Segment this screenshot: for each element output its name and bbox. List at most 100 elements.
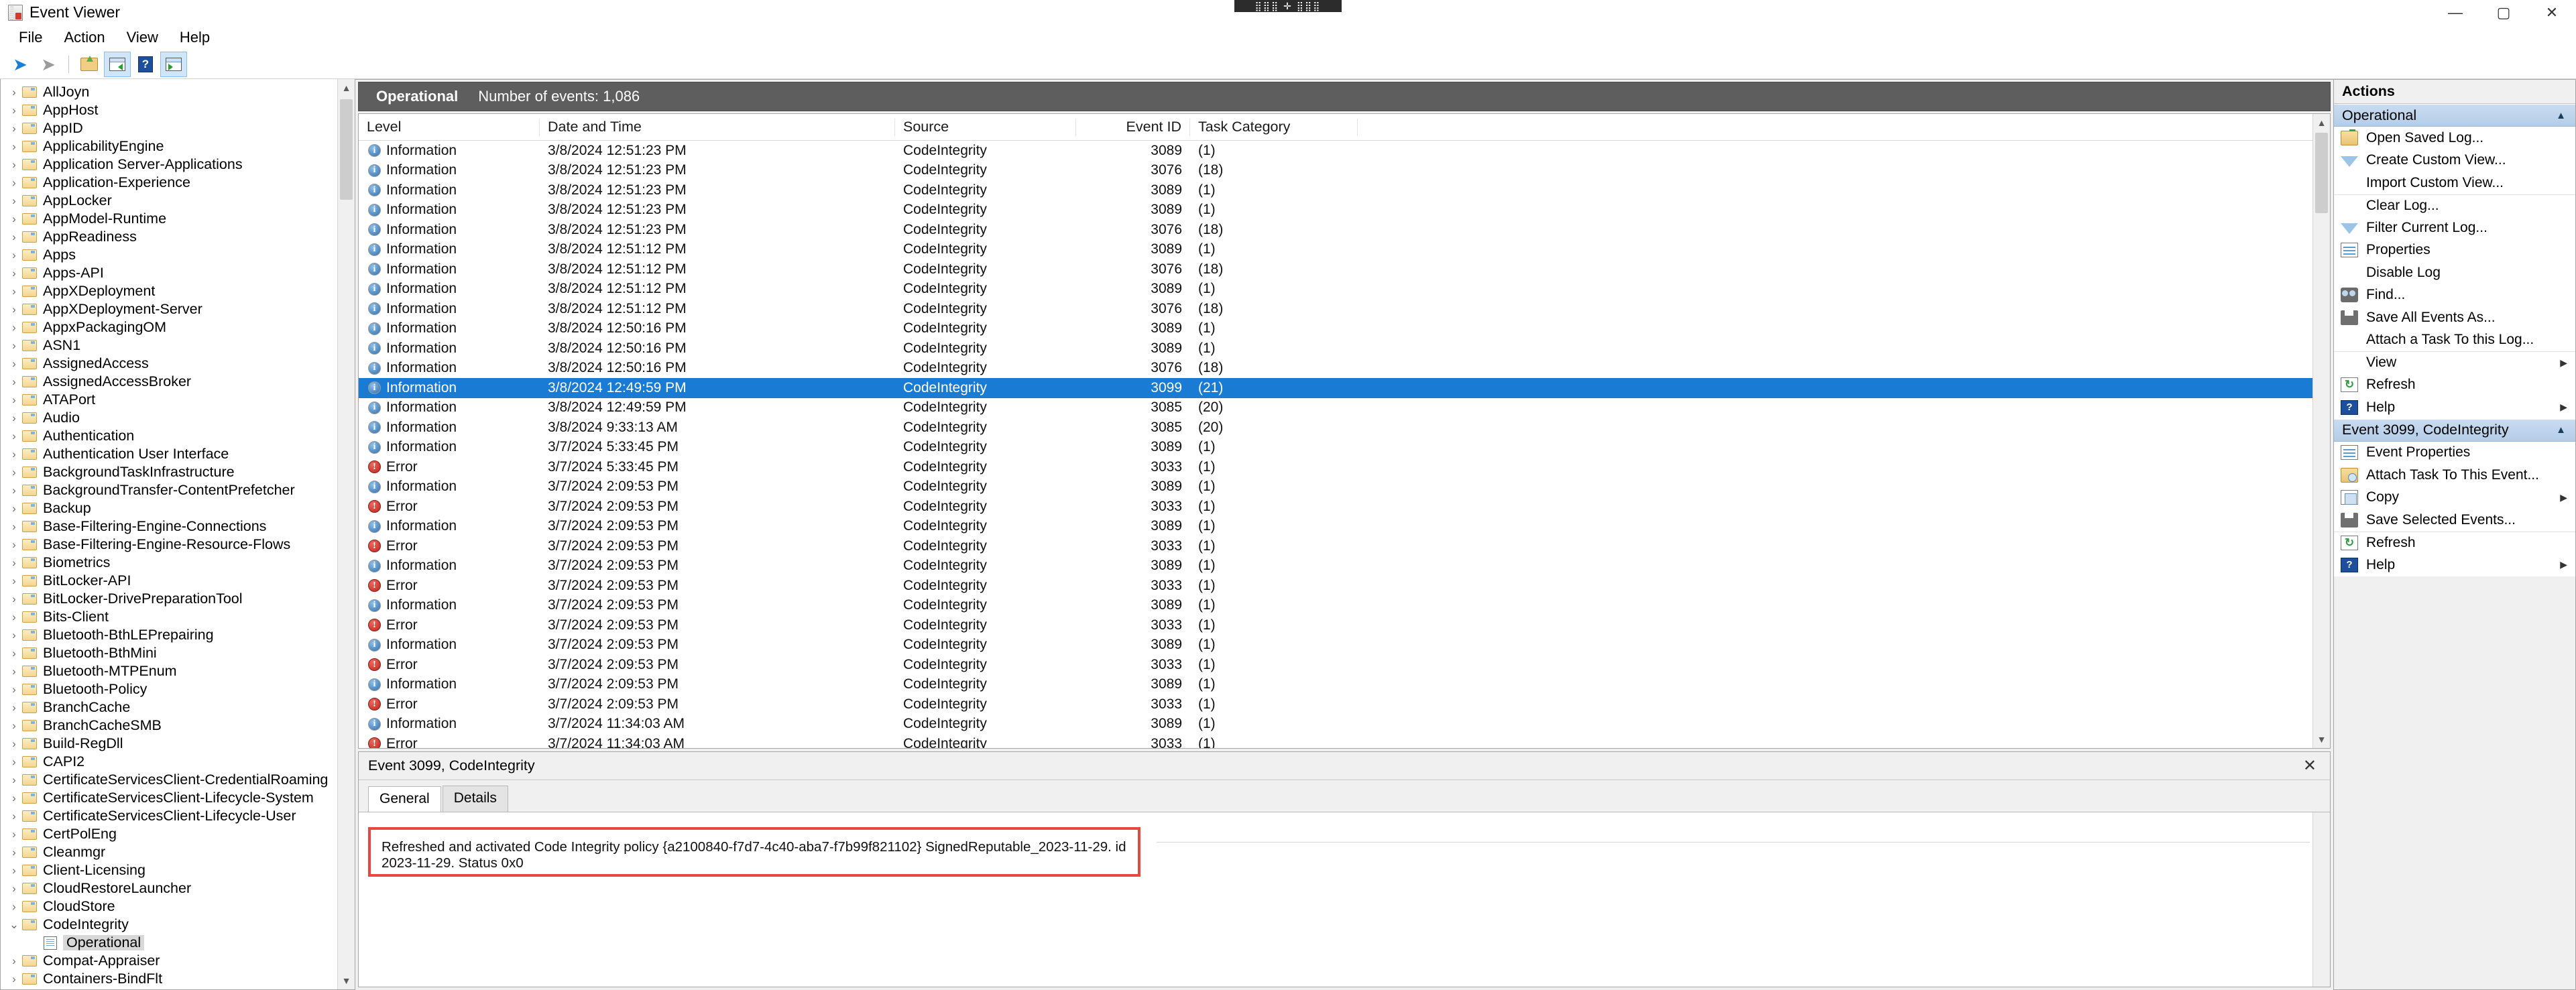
close-button[interactable]: ✕ — [2528, 0, 2576, 25]
tree-item-bits-client[interactable]: › Bits-Client — [1, 608, 355, 626]
action-item-clear-log[interactable]: Clear Log... — [2334, 194, 2575, 217]
table-row[interactable]: ! Error 3/7/2024 2:09:53 PM CodeIntegrity 30… — [359, 576, 2312, 596]
tree-item-codeintegrity[interactable]: ⌄ CodeIntegrity — [1, 916, 355, 934]
column-header-level[interactable]: Level — [359, 118, 540, 136]
table-row[interactable]: i Information 3/8/2024 12:49:59 PM CodeInte… — [359, 378, 2312, 398]
table-row[interactable]: i Information 3/8/2024 12:51:23 PM CodeInte… — [359, 161, 2312, 181]
tree-item-build-regdll[interactable]: › Build-RegDll — [1, 735, 355, 753]
chevron-right-icon[interactable]: › — [6, 176, 22, 190]
table-row[interactable]: i Information 3/8/2024 12:51:23 PM CodeInte… — [359, 141, 2312, 161]
tree-item-cleanmgr[interactable]: › Cleanmgr — [1, 843, 355, 861]
table-row[interactable]: i Information 3/8/2024 9:33:13 AM CodeInteg… — [359, 418, 2312, 438]
action-item-help[interactable]: ? Help ▶ — [2334, 396, 2575, 419]
tree-item-asn1[interactable]: › ASN1 — [1, 336, 355, 355]
chevron-right-icon[interactable]: › — [6, 393, 22, 407]
action-item-view[interactable]: View ▶ — [2334, 351, 2575, 374]
chevron-right-icon[interactable]: › — [6, 267, 22, 280]
chevron-right-icon[interactable]: › — [6, 737, 22, 751]
chevron-right-icon[interactable]: › — [6, 158, 22, 172]
tree-item-appxpackagingom[interactable]: › AppxPackagingOM — [1, 318, 355, 336]
show-hide-console-tree-button[interactable] — [104, 51, 131, 77]
table-row[interactable]: i Information 3/8/2024 12:49:59 PM CodeInte… — [359, 398, 2312, 418]
menu-view[interactable]: View — [117, 26, 168, 49]
chevron-right-icon[interactable]: › — [6, 792, 22, 805]
table-row[interactable]: ! Error 3/7/2024 11:34:03 AM CodeIntegrity 3… — [359, 734, 2312, 748]
chevron-right-icon[interactable]: › — [6, 846, 22, 859]
action-item-save-all-events-as[interactable]: Save All Events As... — [2334, 306, 2575, 329]
collapse-caret-icon[interactable]: ▲ — [2556, 424, 2566, 436]
collapse-caret-icon[interactable]: ▲ — [2556, 110, 2566, 121]
chevron-right-icon[interactable]: › — [6, 864, 22, 877]
chevron-right-icon[interactable]: › — [6, 900, 22, 914]
table-row[interactable]: ! Error 3/7/2024 2:09:53 PM CodeIntegrity 30… — [359, 615, 2312, 635]
table-row[interactable]: i Information 3/7/2024 2:09:53 PM CodeInteg… — [359, 675, 2312, 695]
table-row[interactable]: i Information 3/8/2024 12:51:12 PM CodeInte… — [359, 240, 2312, 260]
tree-item-bitlocker-api[interactable]: › BitLocker-API — [1, 572, 355, 590]
event-list-scrollbar[interactable]: ▲ ▼ — [2312, 114, 2330, 748]
list-scroll-thumb[interactable] — [2315, 133, 2328, 213]
chevron-right-icon[interactable]: › — [6, 412, 22, 425]
action-item-help[interactable]: ? Help ▶ — [2334, 554, 2575, 576]
tab-details[interactable]: Details — [442, 786, 508, 812]
action-item-refresh[interactable]: ↻ Refresh — [2334, 531, 2575, 554]
tree-item-bluetooth-policy[interactable]: › Bluetooth-Policy — [1, 680, 355, 698]
tree-item-certpoleng[interactable]: › CertPolEng — [1, 825, 355, 843]
chevron-right-icon[interactable]: › — [6, 484, 22, 497]
action-item-find[interactable]: Find... — [2334, 284, 2575, 307]
table-row[interactable]: ! Error 3/7/2024 2:09:53 PM CodeIntegrity 30… — [359, 694, 2312, 715]
table-row[interactable]: i Information 3/8/2024 12:51:23 PM CodeInte… — [359, 180, 2312, 200]
tree-item-biometrics[interactable]: › Biometrics — [1, 554, 355, 572]
menu-action[interactable]: Action — [54, 26, 114, 49]
chevron-right-icon[interactable]: › — [6, 231, 22, 244]
tree-item-client-licensing[interactable]: › Client-Licensing — [1, 861, 355, 879]
table-row[interactable]: i Information 3/8/2024 12:51:23 PM CodeInte… — [359, 220, 2312, 240]
tree-item-certificateservicesclient-credentialroaming[interactable]: › CertificateServicesClient-CredentialRoa… — [1, 771, 355, 789]
table-row[interactable]: i Information 3/8/2024 12:50:16 PM CodeInte… — [359, 359, 2312, 379]
tree-item-bitlocker-drivepreparationtool[interactable]: › BitLocker-DrivePreparationTool — [1, 590, 355, 608]
chevron-right-icon[interactable]: › — [6, 593, 22, 606]
tree-item-alljoyn[interactable]: › AllJoyn — [1, 83, 355, 101]
tree-item-certificateservicesclient-lifecycle-system[interactable]: › CertificateServicesClient-Lifecycle-Sys… — [1, 789, 355, 807]
minimize-button[interactable]: — — [2431, 0, 2479, 25]
menu-help[interactable]: Help — [170, 26, 219, 49]
chevron-right-icon[interactable]: › — [6, 357, 22, 371]
action-item-save-selected-events[interactable]: Save Selected Events... — [2334, 509, 2575, 532]
tree-item-cloudstore[interactable]: › CloudStore — [1, 898, 355, 916]
tree-item-backgroundtaskinfrastructure[interactable]: › BackgroundTaskInfrastructure — [1, 463, 355, 481]
tree-item-operational[interactable]: Operational — [1, 934, 355, 952]
tree-item-bluetooth-bthmini[interactable]: › Bluetooth-BthMini — [1, 644, 355, 662]
action-item-disable-log[interactable]: Disable Log — [2334, 261, 2575, 284]
action-item-copy[interactable]: Copy ▶ — [2334, 487, 2575, 509]
chevron-right-icon[interactable]: › — [6, 520, 22, 534]
table-row[interactable]: i Information 3/7/2024 2:09:53 PM CodeInteg… — [359, 596, 2312, 616]
chevron-right-icon[interactable]: › — [6, 973, 22, 986]
tree-scroll-thumb[interactable] — [340, 99, 353, 200]
chevron-right-icon[interactable]: › — [6, 86, 22, 99]
tree-item-assignedaccess[interactable]: › AssignedAccess — [1, 355, 355, 373]
table-row[interactable]: i Information 3/7/2024 2:09:53 PM CodeInteg… — [359, 477, 2312, 497]
chevron-right-icon[interactable]: › — [6, 755, 22, 769]
tree-item-ataport[interactable]: › ATAPort — [1, 391, 355, 409]
tree-item-certificateservicesclient-lifecycle-user[interactable]: › CertificateServicesClient-Lifecycle-Use… — [1, 807, 355, 825]
table-row[interactable]: i Information 3/8/2024 12:50:16 PM CodeInte… — [359, 319, 2312, 339]
tree-item-backup[interactable]: › Backup — [1, 499, 355, 517]
table-row[interactable]: i Information 3/7/2024 11:34:03 AM CodeInte… — [359, 715, 2312, 735]
action-item-attach-task-to-this-event[interactable]: Attach Task To This Event... — [2334, 464, 2575, 487]
tree-item-appreadiness[interactable]: › AppReadiness — [1, 228, 355, 246]
tree-item-apphost[interactable]: › AppHost — [1, 101, 355, 119]
tree-item-branchcachesmb[interactable]: › BranchCacheSMB — [1, 717, 355, 735]
tree-item-bluetooth-mtpenum[interactable]: › Bluetooth-MTPEnum — [1, 662, 355, 680]
column-header-event-id[interactable]: Event ID — [1076, 118, 1190, 136]
chevron-right-icon[interactable]: › — [6, 430, 22, 443]
tree-scroll-down-button[interactable]: ▼ — [338, 972, 355, 989]
tree-item-branchcache[interactable]: › BranchCache — [1, 698, 355, 717]
table-row[interactable]: i Information 3/8/2024 12:51:12 PM CodeInte… — [359, 299, 2312, 319]
tree-item-appxdeployment[interactable]: › AppXDeployment — [1, 282, 355, 300]
table-row[interactable]: i Information 3/8/2024 12:51:12 PM CodeInte… — [359, 280, 2312, 300]
chevron-right-icon[interactable]: › — [6, 104, 22, 117]
list-scroll-down-button[interactable]: ▼ — [2313, 731, 2330, 748]
chevron-right-icon[interactable]: › — [6, 665, 22, 678]
chevron-right-icon[interactable]: › — [6, 882, 22, 895]
action-item-import-custom-view[interactable]: Import Custom View... — [2334, 172, 2575, 194]
table-row[interactable]: i Information 3/7/2024 2:09:53 PM CodeInteg… — [359, 517, 2312, 537]
